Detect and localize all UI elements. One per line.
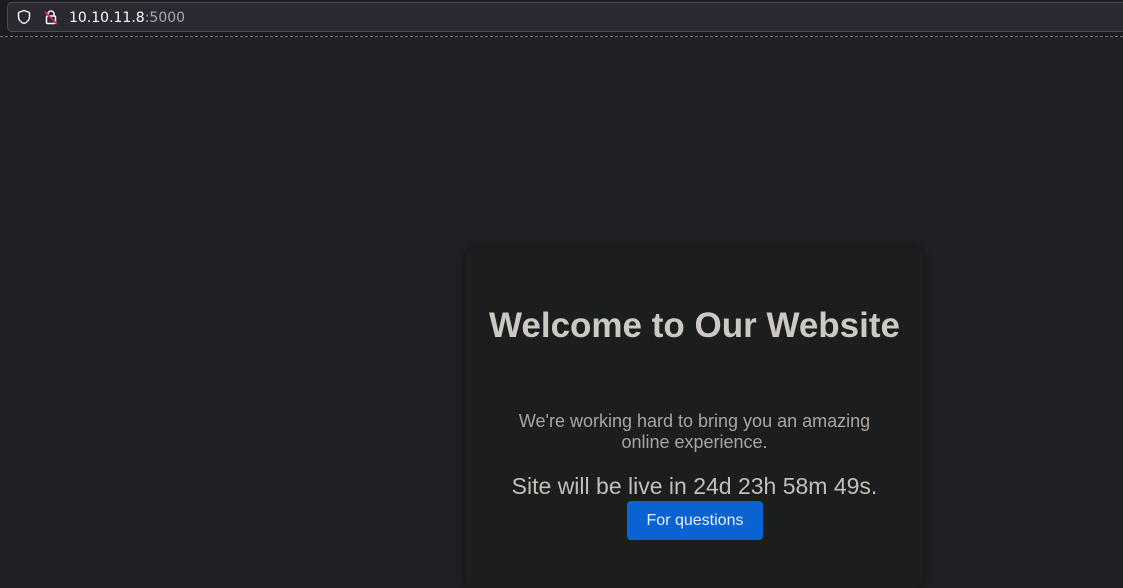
insecure-lock-icon[interactable] bbox=[43, 9, 59, 25]
welcome-card: Welcome to Our Website We're working har… bbox=[465, 248, 924, 588]
address-bar[interactable]: 10.10.11.8:5000 bbox=[7, 2, 1123, 32]
url-port: :5000 bbox=[144, 10, 186, 26]
shield-icon[interactable] bbox=[16, 9, 32, 25]
questions-button[interactable]: For questions bbox=[627, 501, 763, 540]
countdown-text: Site will be live in 24d 23h 58m 49s. bbox=[511, 473, 878, 499]
url-text[interactable]: 10.10.11.8:5000 bbox=[69, 9, 185, 27]
browser-toolbar: 10.10.11.8:5000 bbox=[0, 0, 1123, 37]
url-host: 10.10.11.8 bbox=[69, 10, 145, 26]
page-subtitle: We're working hard to bring you an amazi… bbox=[518, 411, 871, 452]
page-title: Welcome to Our Website bbox=[488, 306, 900, 345]
